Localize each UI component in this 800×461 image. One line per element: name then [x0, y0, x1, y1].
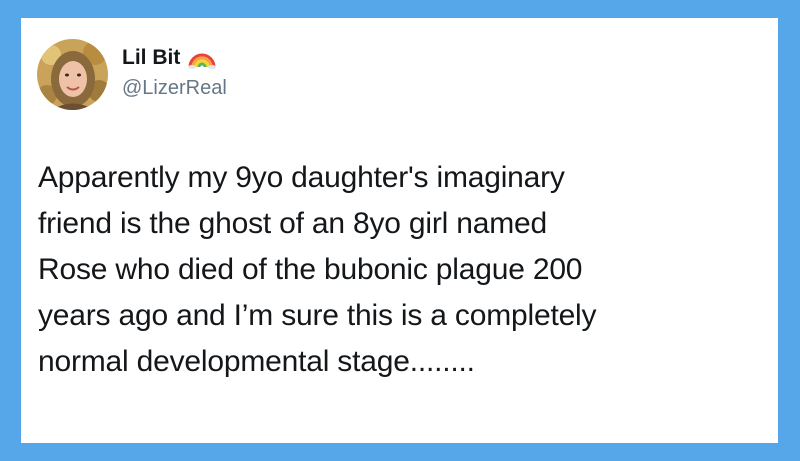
tweet-text-line: Apparently my 9yo daughter's imaginary: [38, 161, 565, 194]
tweet-text-line: normal developmental stage........: [38, 345, 475, 378]
display-name[interactable]: Lil Bit: [122, 46, 180, 70]
user-names: Lil Bit @LizerReal: [122, 43, 227, 100]
tweet-card: Lil Bit @LizerReal Apparently my 9yo dau…: [21, 18, 778, 443]
tweet-text: Apparently my 9yo daughter's imaginary f…: [38, 155, 768, 385]
tweet-header: Lil Bit @LizerReal: [37, 39, 227, 110]
user-handle[interactable]: @LizerReal: [122, 77, 227, 100]
avatar-image: [37, 39, 108, 110]
avatar[interactable]: [37, 39, 108, 110]
rainbow-icon: [187, 47, 217, 69]
tweet-text-line: Rose who died of the bubonic plague 200: [38, 253, 583, 286]
tweet-text-line: friend is the ghost of an 8yo girl named: [38, 207, 547, 240]
display-name-row: Lil Bit: [122, 43, 227, 73]
tweet-text-line: years ago and I’m sure this is a complet…: [38, 299, 597, 332]
